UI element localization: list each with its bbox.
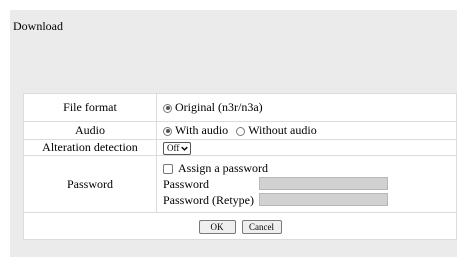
radio-checked-icon[interactable]: [163, 126, 172, 136]
row-audio: Audio With audio Without audio: [23, 121, 457, 140]
alteration-value: Off: [156, 139, 457, 156]
cancel-button[interactable]: Cancel: [241, 219, 282, 234]
radio-checked-icon[interactable]: [163, 103, 172, 113]
password-retype-input[interactable]: [259, 193, 388, 206]
assign-password-option[interactable]: Assign a password: [163, 160, 456, 176]
actions-cell: OK Cancel: [23, 212, 457, 240]
assign-password-label: Assign a password: [178, 161, 268, 175]
audio-option-with[interactable]: With audio: [163, 123, 231, 137]
radio-unchecked-icon[interactable]: [236, 126, 246, 136]
audio-without-label: Without audio: [248, 123, 317, 137]
download-panel: Download File format Original (n3r/n3a) …: [10, 10, 457, 257]
password-value: Assign a password Password Password (Ret…: [156, 155, 457, 213]
retype-field-row: Password (Retype): [163, 192, 456, 208]
alteration-select-value: Off: [167, 142, 180, 153]
page-title: Download: [13, 19, 63, 33]
password-field-label: Password: [163, 177, 210, 191]
audio-label: Audio: [23, 121, 157, 140]
file-format-value: Original (n3r/n3a): [156, 93, 457, 122]
password-field-row: Password: [163, 176, 456, 192]
audio-option-without[interactable]: Without audio: [236, 123, 317, 137]
row-alteration: Alteration detection Off: [23, 139, 457, 156]
checkbox-unchecked-icon[interactable]: [163, 164, 173, 175]
row-password: Password Assign a password Password Pass…: [23, 155, 457, 213]
alteration-label: Alteration detection: [23, 139, 157, 156]
password-input[interactable]: [259, 177, 388, 190]
file-format-label: File format: [23, 93, 157, 122]
ok-button[interactable]: OK: [198, 219, 236, 234]
download-form: File format Original (n3r/n3a) Audio Wit…: [23, 93, 457, 240]
retype-field-label: Password (Retype): [163, 193, 254, 207]
row-file-format: File format Original (n3r/n3a): [23, 93, 457, 122]
password-label: Password: [23, 155, 157, 213]
row-actions: OK Cancel: [23, 212, 457, 240]
file-format-option[interactable]: Original (n3r/n3a): [163, 100, 263, 114]
alteration-select[interactable]: Off: [163, 141, 192, 155]
audio-value: With audio Without audio: [156, 121, 457, 140]
chevron-down-icon: [181, 146, 189, 151]
audio-with-label: With audio: [175, 123, 229, 137]
file-format-option-label: Original (n3r/n3a): [175, 100, 263, 114]
